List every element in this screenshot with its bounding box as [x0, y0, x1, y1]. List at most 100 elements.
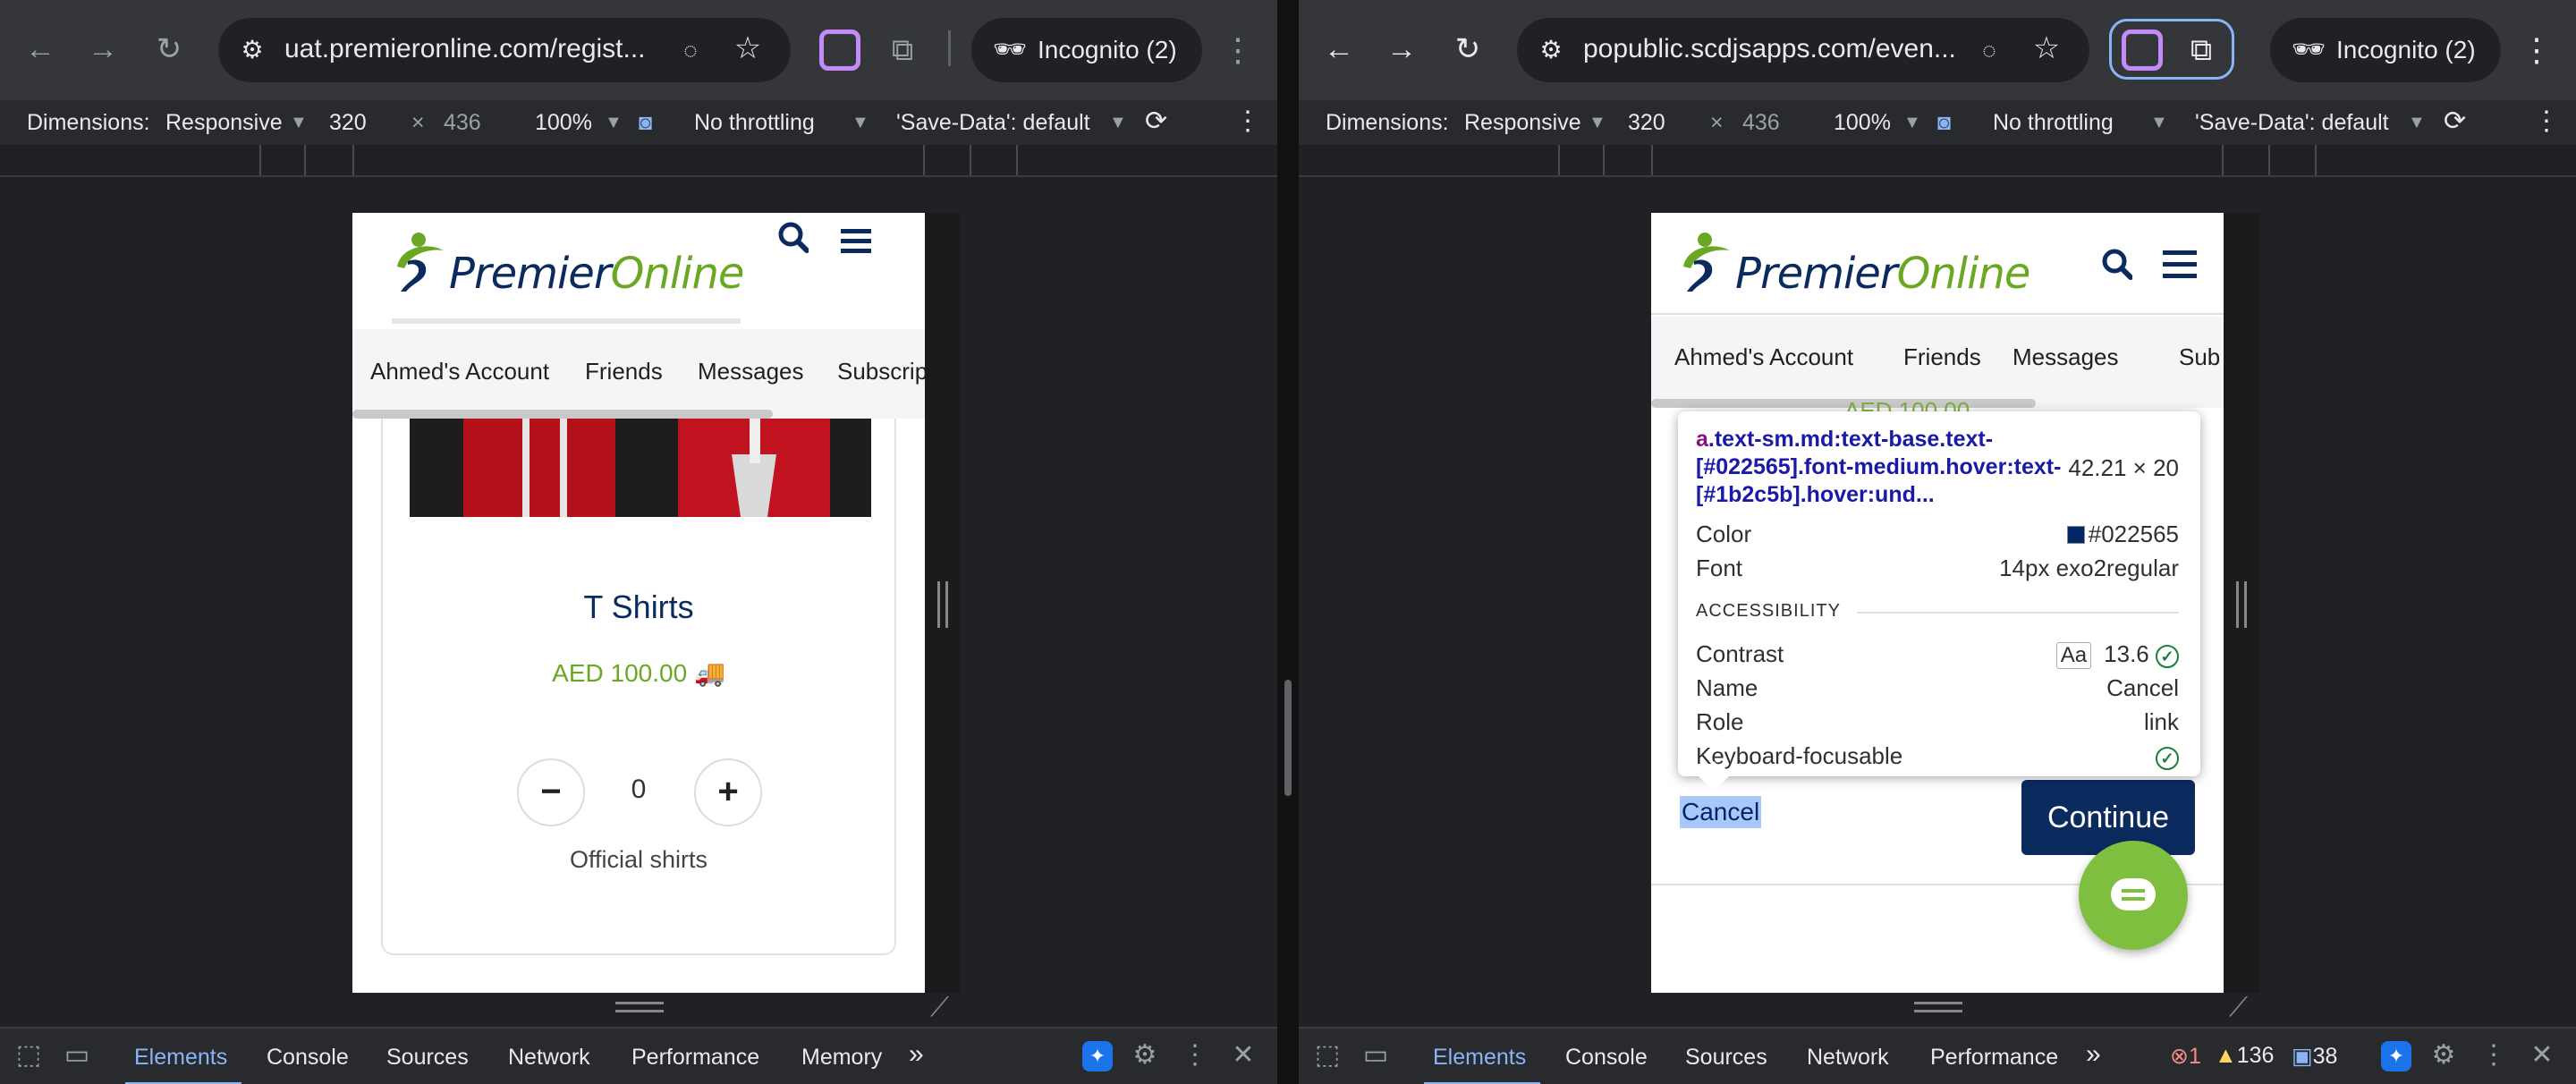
viewport-resize-bottom-handle[interactable] — [1914, 1002, 1962, 1012]
incognito-button[interactable]: 🕶 Incognito (2) — [2270, 18, 2501, 82]
viewport-resize-corner-handle[interactable]: ⟋ — [930, 995, 957, 1021]
devtools-tab-network[interactable]: Network — [1807, 1045, 1889, 1071]
quantity-increase-button[interactable]: + — [694, 758, 762, 826]
continue-button[interactable]: Continue — [2021, 780, 2195, 855]
chat-launcher-button[interactable] — [2079, 841, 2188, 950]
close-devtools-icon[interactable]: ✕ — [2526, 1039, 2558, 1071]
site-logo[interactable]: PremierOnline — [392, 231, 744, 295]
devtools-tab-memory[interactable]: Memory — [801, 1045, 882, 1071]
rotate-icon[interactable]: ⟳ — [2444, 106, 2466, 137]
device-mode-icon[interactable]: ▭ — [1360, 1039, 1392, 1071]
tab-friends[interactable]: Friends — [1903, 343, 1981, 371]
tab-account[interactable]: Ahmed's Account — [370, 358, 549, 385]
devtools-tab-performance[interactable]: Performance — [631, 1045, 759, 1071]
devtools-tab-console[interactable]: Console — [267, 1045, 349, 1071]
settings-gear-icon[interactable]: ⚙ — [2428, 1039, 2460, 1071]
product-title[interactable]: T Shirts — [383, 589, 894, 626]
tab-subscriptions[interactable]: Sub — [2179, 343, 2220, 371]
address-bar[interactable]: ⚙ popublic.scdjsapps.com/even... ◌ ☆ — [1517, 18, 2089, 82]
devtools-menu-icon[interactable]: ⋮ — [1179, 1039, 1211, 1071]
divider-grip[interactable] — [1284, 680, 1292, 796]
zoom-select[interactable]: 100% — [535, 110, 592, 136]
zoom-select[interactable]: 100% — [1834, 110, 1891, 136]
tabs-scrollbar[interactable] — [352, 410, 773, 419]
site-settings-icon[interactable]: ⚙ — [1533, 32, 1569, 68]
ruler-tick — [304, 145, 306, 175]
devtools-menu-icon[interactable]: ⋮ — [2478, 1039, 2510, 1071]
site-settings-icon[interactable]: ⚙ — [234, 32, 270, 68]
extensions-puzzle-icon[interactable]: ⧉ — [2181, 30, 2222, 71]
chrome-menu-icon[interactable]: ⋮ — [2521, 25, 2553, 75]
devtools-tab-network[interactable]: Network — [508, 1045, 590, 1071]
address-bar[interactable]: ⚙ uat.premieronline.com/regist... ◌ ☆ — [218, 18, 791, 82]
dimensions-mode-select[interactable]: Responsive — [165, 110, 283, 136]
color-extension-icon[interactable] — [2122, 30, 2163, 71]
tab-messages[interactable]: Messages — [2012, 343, 2119, 371]
error-count-badge[interactable]: ⊗1 — [2170, 1043, 2201, 1070]
quantity-decrease-button[interactable]: − — [517, 758, 585, 826]
ai-assistance-icon[interactable]: ✦ — [1082, 1041, 1113, 1071]
back-icon[interactable]: ← — [1317, 27, 1361, 72]
devtools-tab-console[interactable]: Console — [1565, 1045, 1648, 1071]
search-icon[interactable] — [2102, 247, 2133, 287]
devtools-tab-sources[interactable]: Sources — [1685, 1045, 1767, 1071]
hamburger-menu-icon[interactable] — [2163, 250, 2197, 284]
tracking-blocked-icon[interactable]: ◌ — [1971, 32, 2007, 68]
tracking-blocked-icon[interactable]: ◌ — [673, 32, 708, 68]
color-extension-icon[interactable] — [819, 30, 860, 71]
device-mode-icon[interactable]: ▭ — [61, 1039, 93, 1071]
reload-icon[interactable]: ↻ — [1445, 27, 1490, 72]
color-value: #022565 — [2066, 521, 2179, 548]
viewport-resize-right-handle[interactable] — [2236, 581, 2247, 628]
reload-icon[interactable]: ↻ — [147, 27, 191, 72]
back-icon[interactable]: ← — [18, 27, 63, 72]
rotate-icon[interactable]: ⟳ — [1145, 106, 1167, 137]
extensions-puzzle-icon[interactable]: ⧉ — [882, 30, 923, 71]
devtools-tab-elements[interactable]: Elements — [134, 1045, 227, 1071]
tab-subscriptions[interactable]: Subscrip — [837, 358, 925, 385]
throttle-select[interactable]: No throttling — [694, 110, 815, 136]
width-input[interactable]: 320 — [1628, 110, 1665, 136]
inspect-element-icon[interactable]: ⬚ — [13, 1039, 45, 1071]
incognito-button[interactable]: 🕶 Incognito (2) — [971, 18, 1202, 82]
product-description: Official shirts — [569, 846, 708, 873]
settings-gear-icon[interactable]: ⚙ — [1129, 1039, 1161, 1071]
tab-messages[interactable]: Messages — [698, 358, 804, 385]
viewport-resize-right-handle[interactable] — [937, 581, 948, 628]
close-devtools-icon[interactable]: ✕ — [1227, 1039, 1259, 1071]
viewport-resize-bottom-handle[interactable] — [615, 1002, 664, 1012]
more-tabs-icon[interactable]: » — [2086, 1039, 2101, 1070]
savedata-select[interactable]: 'Save-Data': default — [2195, 110, 2389, 136]
inspect-element-icon[interactable]: ⬚ — [1311, 1039, 1343, 1071]
bookmark-star-icon[interactable]: ☆ — [730, 30, 766, 66]
chrome-menu-icon[interactable]: ⋮ — [1222, 25, 1254, 75]
devtools-tab-performance[interactable]: Performance — [1930, 1045, 2058, 1071]
forward-icon[interactable]: → — [1379, 27, 1424, 72]
more-tabs-icon[interactable]: » — [909, 1039, 924, 1070]
devtools-tab-sources[interactable]: Sources — [386, 1045, 469, 1071]
width-input[interactable]: 320 — [329, 110, 367, 136]
device-menu-icon[interactable]: ⋮ — [1234, 106, 1261, 137]
height-input[interactable]: 436 — [1742, 110, 1780, 136]
throttle-select[interactable]: No throttling — [1993, 110, 2114, 136]
device-menu-icon[interactable]: ⋮ — [2533, 106, 2560, 137]
tab-friends[interactable]: Friends — [585, 358, 663, 385]
tab-account[interactable]: Ahmed's Account — [1674, 343, 1853, 371]
viewport-resize-corner-handle[interactable]: ⟋ — [2229, 995, 2256, 1021]
savedata-select[interactable]: 'Save-Data': default — [896, 110, 1090, 136]
error-count: 1 — [2188, 1044, 2201, 1069]
tabs-scrollbar[interactable] — [1651, 399, 2036, 408]
message-count-badge[interactable]: ▣38 — [2292, 1043, 2337, 1070]
hamburger-menu-icon[interactable] — [841, 229, 871, 258]
ai-assistance-icon[interactable]: ✦ — [2381, 1041, 2411, 1071]
bookmark-star-icon[interactable]: ☆ — [2029, 30, 2064, 66]
forward-icon[interactable]: → — [80, 27, 125, 72]
height-input[interactable]: 436 — [444, 110, 481, 136]
media-query-ruler — [1299, 145, 2576, 177]
devtools-tab-elements[interactable]: Elements — [1433, 1045, 1526, 1071]
cancel-link[interactable]: Cancel — [1680, 796, 1762, 828]
search-icon[interactable] — [778, 220, 809, 260]
warning-count-badge[interactable]: ▲136 — [2215, 1043, 2274, 1069]
site-logo[interactable]: PremierOnline — [1678, 231, 2030, 295]
dimensions-mode-select[interactable]: Responsive — [1464, 110, 1581, 136]
